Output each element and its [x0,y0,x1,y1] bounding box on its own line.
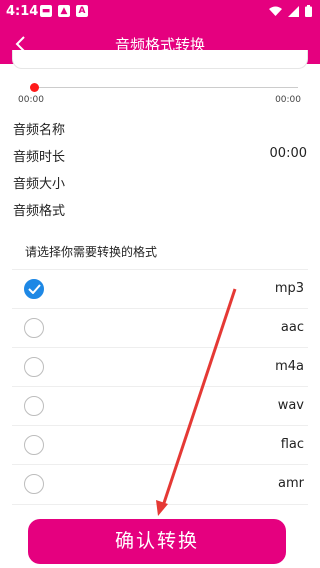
format-option-flac[interactable]: flac [12,425,308,465]
radio-unchecked[interactable] [24,357,44,377]
status-left-icons: ▬ ▲ A [40,5,88,17]
info-label: 音频时长 [13,150,66,165]
format-option-amr[interactable]: amr [12,464,308,505]
progress-thumb[interactable] [30,83,39,92]
format-label: m4a [275,359,304,374]
info-label: 音频格式 [13,204,66,219]
info-value: 00:00 [269,146,307,161]
radio-unchecked[interactable] [24,435,44,455]
format-option-aac[interactable]: aac [12,308,308,348]
format-prompt: 请选择你需要转换的格式 [25,245,158,259]
check-icon [28,284,41,294]
radio-checked[interactable] [24,279,44,299]
app-icon: A [76,5,88,17]
format-label: flac [280,437,304,452]
notification-icon: ▬ [40,5,52,17]
battery-icon [305,5,312,17]
info-label: 音频大小 [13,177,66,192]
radio-unchecked[interactable] [24,318,44,338]
status-right-icons [269,5,312,17]
info-row-size: 音频大小 [13,173,307,199]
start-time: 00:00 [18,95,44,105]
info-row-format: 音频格式 [13,200,307,226]
info-label: 音频名称 [13,123,66,138]
format-label: aac [280,320,304,335]
wifi-icon [269,6,282,16]
format-label: wav [277,398,304,413]
progress-track[interactable] [34,87,298,88]
image-icon: ▲ [58,5,70,17]
end-time: 00:00 [275,95,301,105]
signal-icon [288,5,299,17]
format-option-wav[interactable]: wav [12,386,308,426]
status-time: 4:14 [6,4,39,19]
status-bar: 4:14 ▬ ▲ A [0,0,320,24]
player-card [12,50,308,69]
format-option-m4a[interactable]: m4a [12,347,308,387]
radio-unchecked[interactable] [24,474,44,494]
radio-unchecked[interactable] [24,396,44,416]
confirm-convert-button[interactable]: 确认转换 [28,519,286,564]
format-label: amr [278,476,304,491]
info-row-name: 音频名称 [13,119,307,145]
format-label: mp3 [274,281,304,296]
info-row-duration: 音频时长 00:00 [13,146,307,172]
format-option-mp3[interactable]: mp3 [12,269,308,309]
